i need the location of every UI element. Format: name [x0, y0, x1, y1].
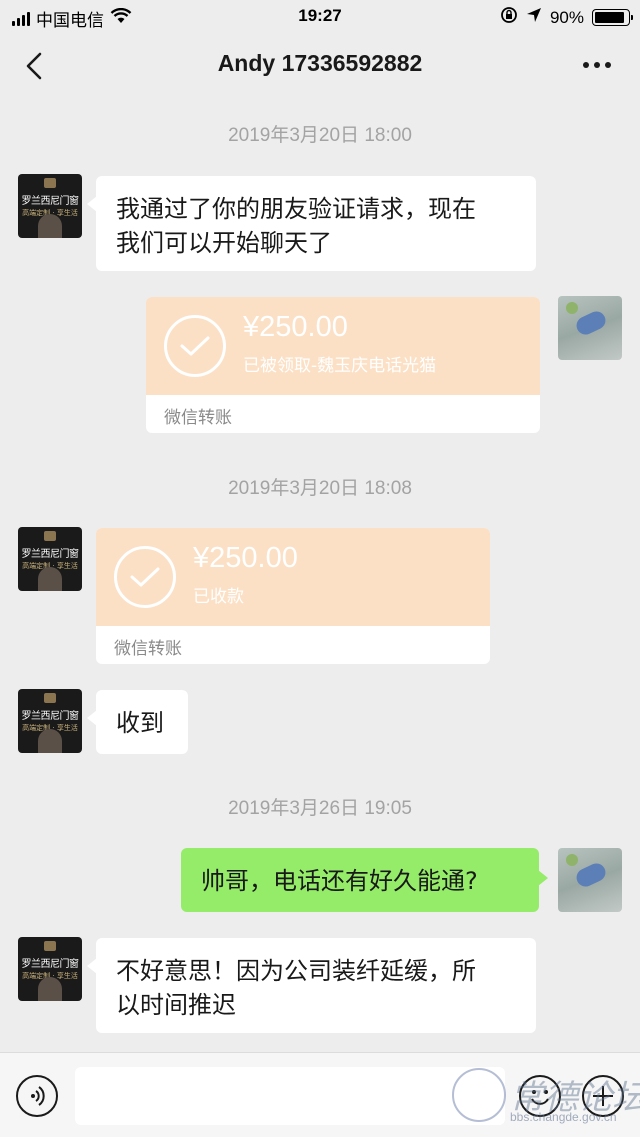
contact-avatar[interactable]: 罗兰西尼门窗 高端定制 · 享生活 — [18, 174, 82, 238]
received-message-bubble[interactable]: 不好意思！因为公司装纤延缓，所 以时间推迟 — [87, 938, 536, 1033]
transfer-card-sent[interactable]: ¥250.00 已被领取-魏玉庆电话光猫 微信转账 — [146, 297, 540, 433]
battery-icon — [592, 9, 633, 26]
received-message-bubble[interactable]: 我通过了你的朋友验证请求，现在 我们可以开始聊天了 — [87, 176, 536, 271]
transfer-note: 已收款 — [193, 587, 244, 607]
avatar-brand: 罗兰西尼门窗 — [21, 711, 80, 722]
sent-message-bubble[interactable]: 帅哥，电话还有好久能通? — [181, 848, 548, 912]
message-text: 帅哥，电话还有好久能通? — [201, 867, 478, 895]
battery-percent: 90% — [549, 7, 584, 27]
avatar-brand: 罗兰西尼门窗 — [21, 959, 80, 970]
avatar-brand: 罗兰西尼门窗 — [21, 549, 80, 560]
chat-title: Andy 17336592882 — [217, 50, 423, 76]
check-circle-icon — [164, 315, 226, 377]
avatar-brand: 罗兰西尼门窗 — [21, 196, 80, 207]
chat-header: Andy 17336592882 — [0, 34, 640, 98]
message-text-line: 不好意思！因为公司装纤延缓，所 — [116, 957, 476, 985]
received-message-bubble[interactable]: 收到 — [87, 690, 188, 754]
transfer-footer: 微信转账 — [114, 639, 182, 659]
message-text-line: 以时间推迟 — [116, 991, 236, 1019]
more-button[interactable] — [580, 52, 614, 78]
my-avatar[interactable] — [558, 296, 622, 360]
message-text-line: 我通过了你的朋友验证请求，现在 — [116, 195, 476, 223]
voice-icon — [31, 1086, 45, 1106]
check-circle-icon — [114, 546, 176, 608]
message-input[interactable] — [75, 1067, 505, 1125]
transfer-footer: 微信转账 — [164, 408, 232, 428]
input-bar — [0, 1052, 640, 1137]
more-icon — [583, 62, 611, 68]
message-text-line: 我们可以开始聊天了 — [116, 229, 332, 257]
message-timestamp: 2019年3月26日 19:05 — [228, 798, 412, 819]
plus-button[interactable] — [582, 1075, 624, 1117]
message-timestamp: 2019年3月20日 18:08 — [228, 478, 412, 499]
transfer-note: 已被领取-魏玉庆电话光猫 — [243, 356, 437, 376]
contact-avatar[interactable]: 罗兰西尼门窗 高端定制 · 享生活 — [18, 937, 82, 1001]
emoji-button[interactable] — [519, 1075, 561, 1117]
status-right: 90% — [500, 6, 633, 29]
contact-avatar[interactable]: 罗兰西尼门窗 高端定制 · 享生活 — [18, 527, 82, 591]
transfer-card-received[interactable]: ¥250.00 已收款 微信转账 — [96, 528, 490, 664]
my-avatar[interactable] — [558, 848, 622, 912]
status-bar: 中国电信 19:27 90% — [0, 0, 640, 34]
transfer-amount: ¥250.00 — [243, 311, 348, 343]
contact-avatar[interactable]: 罗兰西尼门窗 高端定制 · 享生活 — [18, 689, 82, 753]
emoji-icon — [531, 1090, 549, 1105]
voice-button[interactable] — [16, 1075, 58, 1117]
transfer-amount: ¥250.00 — [193, 542, 298, 574]
location-icon — [526, 7, 542, 28]
message-timestamp: 2019年3月20日 18:00 — [228, 125, 412, 146]
orientation-lock-icon — [500, 6, 518, 29]
message-text: 收到 — [116, 709, 164, 737]
